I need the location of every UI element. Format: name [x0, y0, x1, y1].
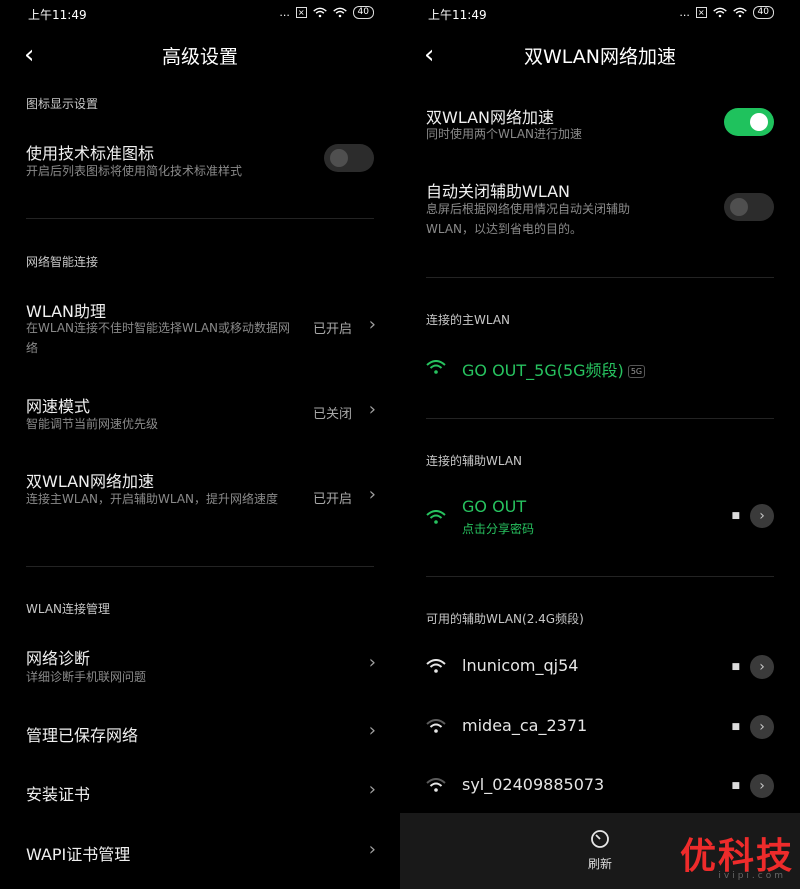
- wifi-icon: [332, 7, 347, 18]
- section-icon-display: 图标显示设置: [26, 97, 99, 111]
- overflow-dots-icon: ...: [679, 6, 690, 19]
- primary-ssid-line: GO OUT_5G(5G频段) 5G: [462, 357, 646, 381]
- dual-wlan-toggle[interactable]: [724, 108, 774, 136]
- chevron-right-icon: ›: [368, 720, 376, 741]
- wifi-medium-icon: [426, 719, 446, 733]
- speed-mode-status: 已关闭: [312, 407, 352, 422]
- wapi-cert-title: WAPI证书管理: [26, 845, 131, 864]
- status-icons: ... × 40: [679, 6, 774, 19]
- chevron-right-icon: ›: [368, 652, 376, 673]
- page-header: ‹ 高级设置: [0, 38, 400, 72]
- chevron-right-icon: ›: [368, 484, 376, 505]
- detail-arrow-icon[interactable]: ›: [750, 774, 774, 798]
- network-ssid: midea_ca_2371: [462, 716, 588, 735]
- lock-icon: ■: [731, 511, 740, 521]
- auto-close-subtitle: 息屏后根据网络使用情况自动关闭辅助WLAN，以达到省电的目的。: [426, 202, 631, 236]
- wlan-assist-status: 已开启: [312, 322, 352, 337]
- network-ssid: syl_02409885073: [462, 775, 605, 794]
- status-time: 上午11:49: [28, 8, 87, 22]
- section-wlan-manage: WLAN连接管理: [26, 602, 111, 616]
- refresh-icon: [591, 830, 609, 848]
- no-sim-icon: ×: [295, 7, 307, 18]
- secondary-wlan-label: 连接的辅助WLAN: [426, 454, 523, 468]
- dual-wlan-status: 已开启: [312, 492, 352, 507]
- section-smart-connect: 网络智能连接: [26, 255, 99, 269]
- watermark-url: ivipi.com: [718, 871, 786, 881]
- diagnosis-subtitle: 详细诊断手机联网问题: [26, 670, 147, 684]
- status-time: 上午11:49: [428, 8, 487, 22]
- dual-wlan-screen: 上午11:49 ... × 40 ‹ 双WLAN网络加速 双WLAN网络加速 同…: [400, 0, 800, 889]
- detail-arrow-icon[interactable]: ›: [750, 504, 774, 528]
- divider: [426, 576, 774, 577]
- wifi-green-icon: [426, 360, 446, 374]
- wlan-assist-subtitle: 在WLAN连接不佳时智能选择WLAN或移动数据网络: [26, 321, 291, 355]
- toggle-knob: [750, 113, 768, 131]
- chevron-right-icon: ›: [368, 399, 376, 420]
- page-title: 高级设置: [161, 46, 238, 68]
- band-5g-badge: 5G: [627, 365, 646, 378]
- diagnosis-title: 网络诊断: [26, 649, 91, 668]
- wifi-strong-icon: [426, 659, 446, 673]
- chevron-right-icon: ›: [368, 839, 376, 860]
- wifi-signal-icon: [712, 7, 727, 18]
- secondary-ssid: GO OUT: [462, 497, 527, 516]
- divider: [426, 277, 774, 278]
- saved-networks-title: 管理已保存网络: [26, 726, 139, 745]
- toggle-knob: [730, 198, 748, 216]
- page-header: ‹ 双WLAN网络加速: [400, 38, 800, 72]
- overflow-dots-icon: ...: [279, 6, 290, 19]
- detail-arrow-icon[interactable]: ›: [750, 655, 774, 679]
- divider: [426, 418, 774, 419]
- tech-icons-toggle[interactable]: [324, 144, 374, 172]
- status-icons: ... × 40: [279, 6, 374, 19]
- network-ssid: lnunicom_qj54: [462, 656, 579, 675]
- status-bar: 上午11:49 ... × 40: [428, 6, 774, 22]
- page-title: 双WLAN网络加速: [523, 46, 677, 68]
- primary-ssid: GO OUT_5G(5G频段): [462, 361, 624, 380]
- lock-icon: ■: [731, 781, 740, 791]
- bottom-action-bar: 刷新 优科技 ivipi.com: [400, 813, 800, 889]
- lock-icon: ■: [731, 722, 740, 732]
- divider: [26, 218, 374, 219]
- wifi-icon: [732, 7, 747, 18]
- primary-wlan-label: 连接的主WLAN: [426, 313, 511, 327]
- dual-wlan-subtitle: 连接主WLAN，开启辅助WLAN，提升网络速度: [26, 492, 279, 506]
- chevron-right-icon: ›: [368, 314, 376, 335]
- wifi-weak-icon: [426, 778, 446, 792]
- lock-icon: ■: [731, 662, 740, 672]
- wifi-signal-icon: [312, 7, 327, 18]
- no-sim-icon: ×: [695, 7, 707, 18]
- auto-close-toggle[interactable]: [724, 193, 774, 221]
- status-bar: 上午11:49 ... × 40: [28, 6, 374, 22]
- dual-wlan-subtitle: 同时使用两个WLAN进行加速: [426, 127, 583, 141]
- advanced-settings-screen: 上午11:49 ... × 40 ‹ 高级设置 图标显示设置 使用技术标准图标 …: [0, 0, 400, 889]
- share-password-link[interactable]: 点击分享密码: [462, 520, 534, 537]
- tech-icons-subtitle: 开启后列表图标将使用简化技术标准样式: [26, 164, 243, 178]
- divider: [26, 566, 374, 567]
- toggle-knob: [330, 149, 348, 167]
- install-cert-title: 安装证书: [26, 785, 91, 804]
- detail-arrow-icon[interactable]: ›: [750, 715, 774, 739]
- battery-icon: 40: [752, 6, 774, 19]
- battery-icon: 40: [352, 6, 374, 19]
- chevron-right-icon: ›: [368, 779, 376, 800]
- wifi-green-icon: [426, 510, 446, 524]
- speed-mode-subtitle: 智能调节当前网速优先级: [26, 417, 159, 431]
- available-wlan-label: 可用的辅助WLAN(2.4G频段): [426, 612, 584, 626]
